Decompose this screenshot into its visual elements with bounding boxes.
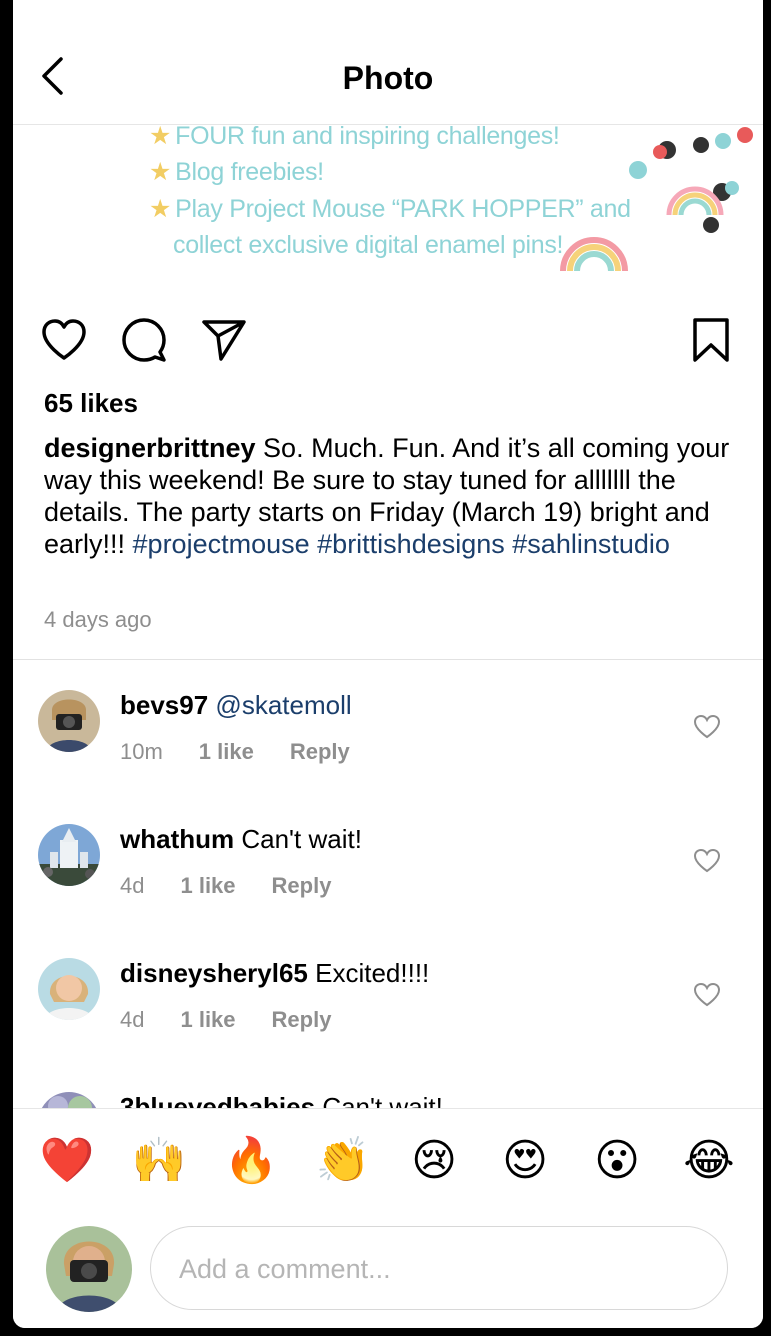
photo-screen: Photo ★ FOUR fun and inspiring challenges… bbox=[13, 0, 763, 1328]
comment-username[interactable]: whathum bbox=[120, 824, 234, 854]
comment-row: 3blueyedbabies Can't wait! bbox=[13, 1088, 763, 1108]
emoji-surprised-button[interactable]: 😮 bbox=[587, 1133, 647, 1189]
avatar[interactable] bbox=[38, 1092, 100, 1108]
avatar-photo bbox=[38, 690, 100, 752]
comment-body: Excited!!!! bbox=[315, 958, 430, 988]
comment-composer: ❤️ 🙌 🔥 👏 😢 😍 😮 😂 bbox=[13, 1108, 763, 1328]
avatar-photo bbox=[38, 958, 100, 1020]
comment-time: 4d bbox=[120, 873, 145, 898]
caption-username[interactable]: designerbrittney bbox=[44, 433, 256, 463]
likes-count[interactable]: 65 likes bbox=[44, 388, 138, 419]
comment-row: whathum Can't wait! 4d 1 like Reply bbox=[13, 820, 763, 930]
hashtag[interactable]: #sahlinstudio bbox=[512, 529, 670, 559]
comment-row: disneysheryl65 Excited!!!! 4d 1 like Reply bbox=[13, 954, 763, 1064]
comment-likes[interactable]: 1 like bbox=[199, 739, 254, 764]
comment-input[interactable] bbox=[177, 1227, 701, 1311]
promo-line: ★ Play Project Mouse “PARK HOPPER” and bbox=[149, 195, 631, 223]
comment-body: Can't wait! bbox=[322, 1092, 443, 1108]
divider bbox=[13, 659, 763, 660]
confetti-dot bbox=[715, 133, 731, 149]
avatar-photo bbox=[46, 1226, 132, 1312]
rainbow-illustration bbox=[560, 237, 628, 272]
action-bar bbox=[13, 312, 763, 368]
comment-time: 4d bbox=[120, 1007, 145, 1032]
comment-username[interactable]: disneysheryl65 bbox=[120, 958, 308, 988]
comment-likes[interactable]: 1 like bbox=[180, 1007, 235, 1032]
comment-text: bevs97 @skatemoll bbox=[120, 690, 352, 721]
post-image[interactable]: ★ FOUR fun and inspiring challenges! ★ Blo… bbox=[13, 125, 763, 285]
avatar[interactable] bbox=[38, 958, 100, 1020]
hashtag[interactable]: #brittishdesigns bbox=[317, 529, 505, 559]
quick-reactions: ❤️ 🙌 🔥 👏 😢 😍 😮 😂 bbox=[13, 1133, 763, 1193]
comment-bubble-icon[interactable] bbox=[121, 317, 167, 363]
avatar[interactable] bbox=[38, 824, 100, 886]
comment-time: 10m bbox=[120, 739, 163, 764]
header: Photo bbox=[13, 0, 763, 125]
comment-text: whathum Can't wait! bbox=[120, 824, 362, 855]
avatar[interactable] bbox=[38, 690, 100, 752]
emoji-crying-button[interactable]: 😢 bbox=[404, 1133, 464, 1189]
avatar-photo bbox=[38, 824, 100, 886]
promo-line: ★ FOUR fun and inspiring challenges! bbox=[149, 125, 560, 151]
comment-text: 3blueyedbabies Can't wait! bbox=[120, 1092, 443, 1108]
star-icon: ★ bbox=[149, 158, 172, 186]
confetti-dot bbox=[725, 181, 739, 195]
post-timestamp: 4 days ago bbox=[44, 607, 152, 632]
send-icon[interactable] bbox=[201, 318, 247, 362]
heart-icon[interactable] bbox=[40, 318, 88, 362]
comment-meta: 4d 1 like Reply bbox=[120, 1007, 367, 1033]
star-icon: ★ bbox=[149, 125, 172, 150]
comment-like-heart-icon[interactable] bbox=[693, 714, 721, 740]
confetti-dot bbox=[653, 145, 667, 159]
emoji-clap-button[interactable]: 👏 bbox=[313, 1133, 373, 1189]
avatar-photo bbox=[38, 1092, 100, 1108]
comment-like-heart-icon[interactable] bbox=[693, 848, 721, 874]
promo-line: collect exclusive digital enamel pins! bbox=[173, 231, 564, 259]
mention-link[interactable]: @skatemoll bbox=[215, 690, 351, 720]
comment-row: bevs97 @skatemoll 10m 1 like Reply bbox=[13, 686, 763, 796]
confetti-dot bbox=[629, 161, 647, 179]
page-title: Photo bbox=[342, 60, 434, 96]
current-user-avatar bbox=[46, 1226, 132, 1312]
reply-button[interactable]: Reply bbox=[272, 1007, 332, 1032]
hashtag[interactable]: #projectmouse bbox=[133, 529, 310, 559]
emoji-raising-hands-button[interactable]: 🙌 bbox=[129, 1133, 189, 1189]
emoji-heart-eyes-button[interactable]: 😍 bbox=[495, 1133, 555, 1189]
comment-username[interactable]: bevs97 bbox=[120, 690, 208, 720]
reply-button[interactable]: Reply bbox=[272, 873, 332, 898]
bookmark-icon[interactable] bbox=[692, 317, 730, 363]
post-caption: designerbrittney So. Much. Fun. And it’s… bbox=[44, 432, 734, 560]
emoji-fire-button[interactable]: 🔥 bbox=[221, 1133, 281, 1189]
comment-body: Can't wait! bbox=[241, 824, 362, 854]
comment-meta: 10m 1 like Reply bbox=[120, 739, 386, 765]
emoji-heart-button[interactable]: ❤️ bbox=[37, 1133, 97, 1189]
reply-button[interactable]: Reply bbox=[290, 739, 350, 764]
comment-username[interactable]: 3blueyedbabies bbox=[120, 1092, 315, 1108]
comment-meta: 4d 1 like Reply bbox=[120, 873, 367, 899]
comment-text: disneysheryl65 Excited!!!! bbox=[120, 958, 429, 989]
comment-likes[interactable]: 1 like bbox=[180, 873, 235, 898]
promo-line: ★ Blog freebies! bbox=[149, 158, 324, 186]
comment-field[interactable] bbox=[150, 1226, 728, 1311]
confetti-dot bbox=[703, 217, 719, 233]
confetti-dot bbox=[693, 137, 709, 153]
confetti-dot bbox=[737, 127, 753, 143]
rainbow-illustration bbox=[666, 186, 724, 216]
comment-like-heart-icon[interactable] bbox=[693, 982, 721, 1008]
emoji-laughing-button[interactable]: 😂 bbox=[679, 1133, 739, 1189]
star-icon: ★ bbox=[149, 195, 172, 223]
